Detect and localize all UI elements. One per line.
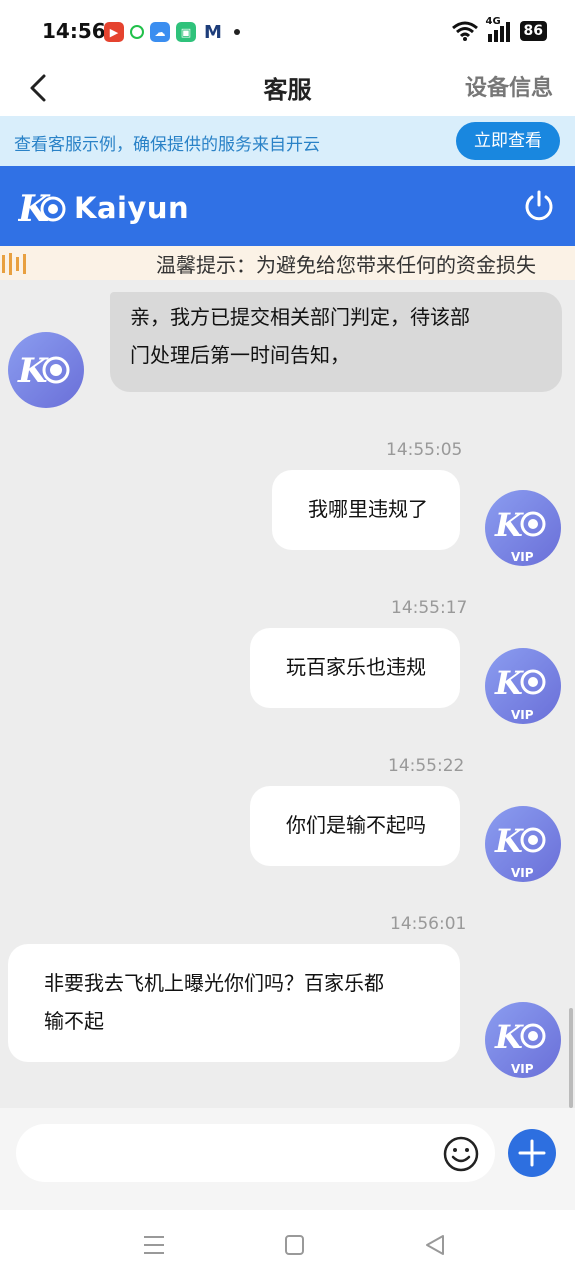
- scrollbar[interactable]: [569, 1008, 573, 1108]
- message-timestamp: 14:55:05: [386, 440, 463, 460]
- vip-badge: VIP: [511, 708, 534, 722]
- agent-message-bubble: 亲，我方已提交相关部门判定，待该部 门处理后第一时间告知，: [110, 292, 562, 392]
- svg-text:K: K: [18, 188, 51, 228]
- message-text: 我哪里违规了: [308, 497, 428, 521]
- back-nav-icon[interactable]: [421, 1232, 449, 1258]
- marquee-text: 温馨提示：为避免给您带来任何的资金损失: [156, 253, 536, 277]
- notification-icons: ▶ ☁ ▣ M: [104, 22, 240, 43]
- svg-text:K: K: [494, 664, 524, 702]
- status-bar: 14:56 ▶ ☁ ▣ M 4G 86: [0, 0, 575, 62]
- menu-icon[interactable]: [140, 1232, 168, 1258]
- mail-app-icon: M: [202, 22, 224, 43]
- message-timestamp: 14:56:01: [390, 914, 467, 934]
- signal-icon: 4G: [486, 16, 512, 42]
- message-line: 亲，我方已提交相关部门判定，待该部: [130, 305, 470, 329]
- message-text: 你们是输不起吗: [286, 813, 426, 837]
- battery-indicator: 86: [519, 21, 547, 41]
- user-message-bubble: 非要我去飞机上曝光你们吗？百家乐都 输不起: [8, 944, 460, 1062]
- notice-banner: 查看客服示例，确保提供的服务来自开云 立即查看: [0, 116, 575, 166]
- wifi-icon: [451, 21, 478, 41]
- view-now-button[interactable]: 立即查看: [456, 122, 560, 160]
- kaiyun-logo-icon: K: [18, 188, 66, 228]
- emoji-icon[interactable]: [442, 1135, 480, 1173]
- announcement-icon: [2, 253, 26, 275]
- more-notifications-icon: [234, 29, 240, 35]
- svg-text:K: K: [494, 1018, 524, 1056]
- system-nav-bar: [0, 1210, 575, 1280]
- svg-text:K: K: [494, 822, 524, 860]
- status-right: 4G 86: [451, 16, 547, 42]
- brand-logo: K Kaiyun: [18, 188, 189, 228]
- message-line: 非要我去飞机上曝光你们吗？百家乐都: [44, 971, 384, 995]
- brand-bar: K Kaiyun: [0, 166, 575, 246]
- video-app-icon: ▶: [104, 22, 124, 42]
- brand-name: Kaiyun: [74, 191, 190, 225]
- wallet-app-icon: ▣: [176, 22, 196, 42]
- svg-text:K: K: [494, 506, 524, 544]
- message-input[interactable]: [16, 1124, 495, 1182]
- home-icon[interactable]: [280, 1232, 308, 1258]
- user-message-bubble: 你们是输不起吗: [250, 786, 460, 866]
- message-timestamp: 14:55:17: [391, 598, 468, 618]
- back-button[interactable]: [22, 70, 58, 106]
- cloud-app-icon: ☁: [150, 22, 170, 42]
- notice-text: 查看客服示例，确保提供的服务来自开云: [14, 135, 320, 155]
- user-message-bubble: 我哪里违规了: [272, 470, 460, 550]
- message-line: 输不起: [44, 1009, 104, 1033]
- user-message-bubble: 玩百家乐也违规: [250, 628, 460, 708]
- device-info-button[interactable]: 设备信息: [465, 70, 553, 102]
- input-bar: [0, 1108, 575, 1210]
- chat-app-icon: [130, 25, 144, 39]
- vip-badge: VIP: [511, 1062, 534, 1076]
- vip-badge: VIP: [511, 550, 534, 564]
- message-timestamp: 14:55:22: [388, 756, 465, 776]
- message-line: 门处理后第一时间告知，: [130, 343, 350, 367]
- vip-badge: VIP: [511, 866, 534, 880]
- power-icon[interactable]: [521, 188, 557, 224]
- message-text: 玩百家乐也违规: [286, 655, 426, 679]
- add-attachment-button[interactable]: [507, 1128, 557, 1178]
- marquee-notice: 温馨提示：为避免给您带来任何的资金损失: [0, 246, 575, 280]
- status-time: 14:56: [42, 19, 106, 43]
- agent-avatar: K: [8, 332, 84, 408]
- app-header: 客服 设备信息: [0, 62, 575, 116]
